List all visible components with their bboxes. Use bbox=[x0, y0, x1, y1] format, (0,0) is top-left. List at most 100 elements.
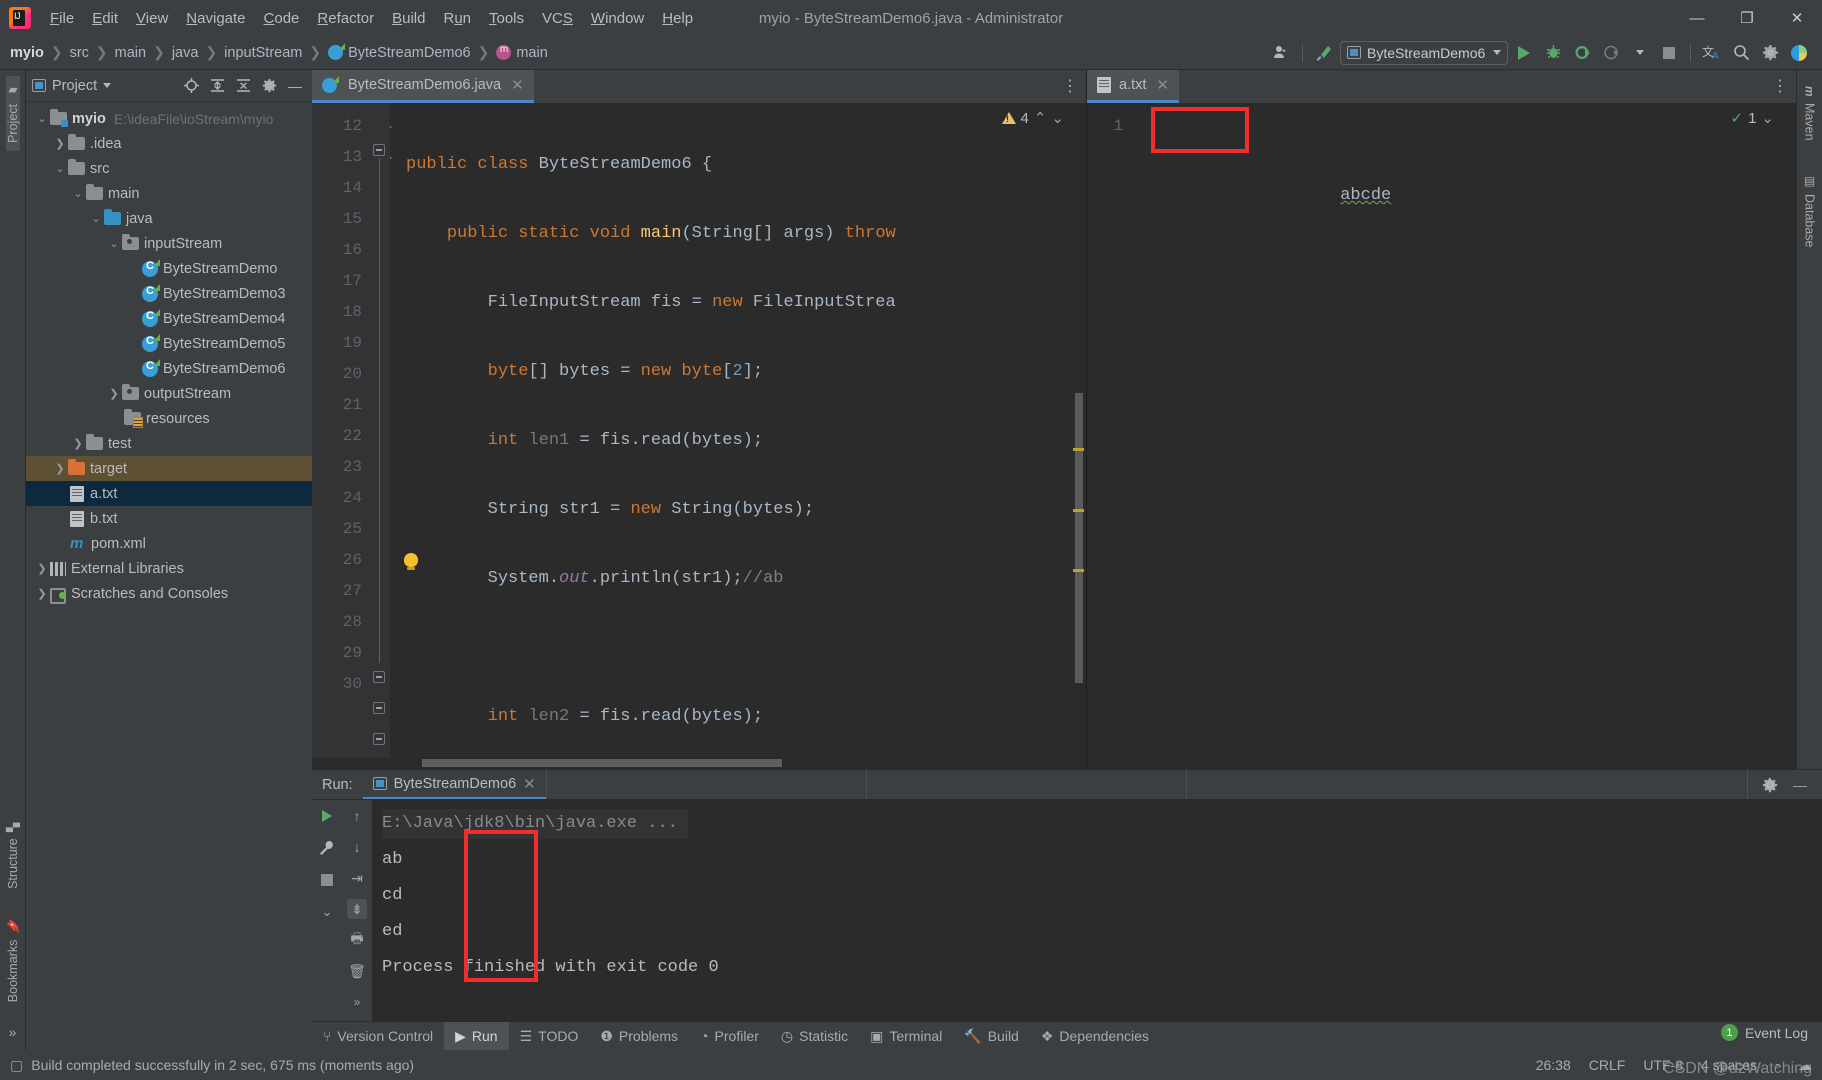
horizontal-scrollbar-left[interactable] bbox=[312, 758, 1086, 769]
chevron-expanded-icon[interactable]: ⌄ bbox=[52, 162, 68, 175]
user-icon[interactable] bbox=[1268, 40, 1294, 66]
tree-node-bytestreamdemo4[interactable]: ByteStreamDemo4 bbox=[26, 306, 312, 331]
menu-run[interactable]: Run bbox=[434, 7, 480, 30]
tree-node-src[interactable]: ⌄ src bbox=[26, 156, 312, 181]
settings-gear-icon[interactable] bbox=[1757, 40, 1783, 66]
more-tool-windows-icon[interactable]: » bbox=[9, 1024, 17, 1044]
print-icon[interactable]: 🖶 bbox=[347, 930, 367, 950]
next-problem-icon[interactable]: ⌄ bbox=[1051, 109, 1064, 127]
up-arrow-icon[interactable]: ↑ bbox=[347, 806, 367, 826]
ide-features-trainer-icon[interactable] bbox=[1786, 40, 1812, 66]
fold-marker-icon[interactable] bbox=[373, 671, 385, 683]
tree-node-outputstream[interactable]: ❯ outputStream bbox=[26, 381, 312, 406]
run-console-output[interactable]: E:\Java\jdk8\bin\java.exe ... ab cd ed P… bbox=[372, 800, 1822, 1021]
breadcrumb-method[interactable]: main bbox=[496, 44, 548, 61]
close-icon[interactable]: ✕ bbox=[1156, 76, 1169, 94]
fold-marker-icon[interactable] bbox=[373, 733, 385, 745]
breadcrumb-class[interactable]: ByteStreamDemo6 bbox=[328, 43, 471, 61]
bottom-tab-dependencies[interactable]: ❖ Dependencies bbox=[1030, 1022, 1160, 1050]
maximize-button[interactable]: ❐ bbox=[1722, 0, 1772, 36]
menu-refactor[interactable]: Refactor bbox=[308, 7, 383, 30]
scroll-to-end-icon[interactable]: ⇟ bbox=[347, 899, 367, 919]
bottom-tab-version-control[interactable]: ⑂ Version Control bbox=[312, 1022, 444, 1050]
bottom-tab-problems[interactable]: ❶ Problems bbox=[589, 1022, 689, 1050]
tree-node-external-libraries[interactable]: ❯ External Libraries bbox=[26, 556, 312, 581]
event-log-widget[interactable]: 1 Event Log bbox=[1720, 1024, 1808, 1041]
search-icon[interactable] bbox=[1728, 40, 1754, 66]
menu-vcs[interactable]: VCS bbox=[533, 7, 582, 30]
profile-dropdown[interactable] bbox=[1627, 40, 1653, 66]
run-button[interactable] bbox=[1511, 40, 1537, 66]
bottom-tab-run[interactable]: ▶ Run bbox=[444, 1022, 509, 1050]
project-settings-gear-icon[interactable] bbox=[258, 75, 280, 97]
debug-button[interactable] bbox=[1540, 40, 1566, 66]
code-editor-left[interactable]: public class ByteStreamDemo6 { public st… bbox=[390, 103, 1072, 758]
more-options-icon[interactable]: ⋮ bbox=[1772, 78, 1788, 94]
bottom-tab-build[interactable]: 🔨 Build bbox=[953, 1022, 1030, 1050]
tree-node-b-txt[interactable]: b.txt bbox=[26, 506, 312, 531]
bottom-tab-statistic[interactable]: ◷ Statistic bbox=[770, 1022, 859, 1050]
tree-node-bytestreamdemo[interactable]: ByteStreamDemo bbox=[26, 256, 312, 281]
fold-marker-icon[interactable] bbox=[373, 144, 385, 156]
indent-setting[interactable]: 4 spaces bbox=[1701, 1057, 1757, 1073]
stop-button[interactable] bbox=[1656, 40, 1682, 66]
tree-node-pom-xml[interactable]: m pom.xml bbox=[26, 531, 312, 556]
breadcrumb-src[interactable]: src bbox=[70, 45, 89, 61]
tree-node-inputstream[interactable]: ⌄ inputStream bbox=[26, 231, 312, 256]
tree-node-idea[interactable]: ❯ .idea bbox=[26, 131, 312, 156]
breadcrumb-inputstream[interactable]: inputStream bbox=[224, 45, 302, 61]
line-separator[interactable]: CRLF bbox=[1589, 1057, 1626, 1073]
menu-view[interactable]: View bbox=[127, 7, 177, 30]
run-configuration-selector[interactable]: ByteStreamDemo6 bbox=[1340, 40, 1508, 65]
chevron-collapsed-icon[interactable]: ❯ bbox=[52, 137, 68, 150]
tree-node-bytestreamdemo3[interactable]: ByteStreamDemo3 bbox=[26, 281, 312, 306]
sidebar-item-structure[interactable]: Structure ▚ bbox=[6, 815, 20, 897]
build-hammer-icon[interactable] bbox=[1311, 40, 1337, 66]
more-actions-icon[interactable]: ⌄ bbox=[317, 902, 337, 922]
menu-edit[interactable]: Edit bbox=[83, 7, 127, 30]
chevron-collapsed-icon[interactable]: ❯ bbox=[52, 462, 68, 475]
breadcrumb-main[interactable]: main bbox=[115, 45, 146, 61]
file-encoding[interactable]: UTF-8 bbox=[1643, 1057, 1683, 1073]
breadcrumb-java[interactable]: java bbox=[172, 45, 199, 61]
hide-tool-window-icon[interactable]: — bbox=[284, 75, 306, 97]
minimize-button[interactable]: — bbox=[1672, 0, 1722, 36]
inspection-profile-icon[interactable]: ☁ bbox=[1798, 1057, 1812, 1074]
chevron-down-icon[interactable] bbox=[103, 83, 112, 88]
trash-icon[interactable]: 🗑 bbox=[347, 961, 367, 981]
scrollbar-thumb[interactable] bbox=[1075, 393, 1083, 683]
inspection-widget-right[interactable]: ✓ 1 ⌄ bbox=[1731, 109, 1775, 128]
tree-node-scratches[interactable]: ❯ Scratches and Consoles bbox=[26, 581, 312, 606]
chevron-collapsed-icon[interactable]: ❯ bbox=[70, 437, 86, 450]
menu-navigate[interactable]: Navigate bbox=[177, 7, 254, 30]
menu-tools[interactable]: Tools bbox=[480, 7, 533, 30]
down-arrow-icon[interactable]: ↓ bbox=[347, 837, 367, 857]
profile-button[interactable] bbox=[1598, 40, 1624, 66]
stop-icon[interactable] bbox=[317, 870, 337, 890]
tree-node-myio[interactable]: ⌄ myio E:\ideaFile\ioStream\myio bbox=[26, 106, 312, 131]
bottom-tab-todo[interactable]: ☰ TODO bbox=[509, 1022, 590, 1050]
chevron-expanded-icon[interactable]: ⌄ bbox=[106, 237, 122, 250]
bottom-tab-profiler[interactable]: ◔ Profiler bbox=[689, 1022, 770, 1050]
tree-node-bytestreamdemo6[interactable]: ByteStreamDemo6 bbox=[26, 356, 312, 381]
error-stripe-right[interactable] bbox=[1782, 103, 1796, 769]
chevron-collapsed-icon[interactable]: ❯ bbox=[106, 387, 122, 400]
chevron-expanded-icon[interactable]: ⌄ bbox=[88, 212, 104, 225]
hide-run-panel-icon[interactable]: — bbox=[1790, 775, 1810, 795]
breadcrumb-myio[interactable]: myio bbox=[10, 45, 44, 61]
sidebar-item-bookmarks[interactable]: Bookmarks 🔖 bbox=[6, 911, 20, 1010]
rerun-icon[interactable] bbox=[317, 806, 337, 826]
menu-code[interactable]: Code bbox=[255, 7, 309, 30]
caret-position[interactable]: 26:38 bbox=[1536, 1057, 1571, 1073]
menu-file[interactable]: File bbox=[41, 7, 83, 30]
translate-icon[interactable]: 文A bbox=[1699, 40, 1725, 66]
close-button[interactable]: ✕ bbox=[1772, 0, 1822, 36]
tree-node-resources[interactable]: resources bbox=[26, 406, 312, 431]
menu-build[interactable]: Build bbox=[383, 7, 434, 30]
tab-bytestreamdemo6-java[interactable]: ByteStreamDemo6.java ✕ bbox=[312, 70, 534, 103]
tree-node-a-txt[interactable]: a.txt bbox=[26, 481, 312, 506]
sidebar-item-database[interactable]: ▤ Database bbox=[1803, 166, 1817, 256]
close-icon[interactable]: ✕ bbox=[523, 775, 536, 793]
locate-file-icon[interactable] bbox=[180, 75, 202, 97]
tree-node-test[interactable]: ❯ test bbox=[26, 431, 312, 456]
